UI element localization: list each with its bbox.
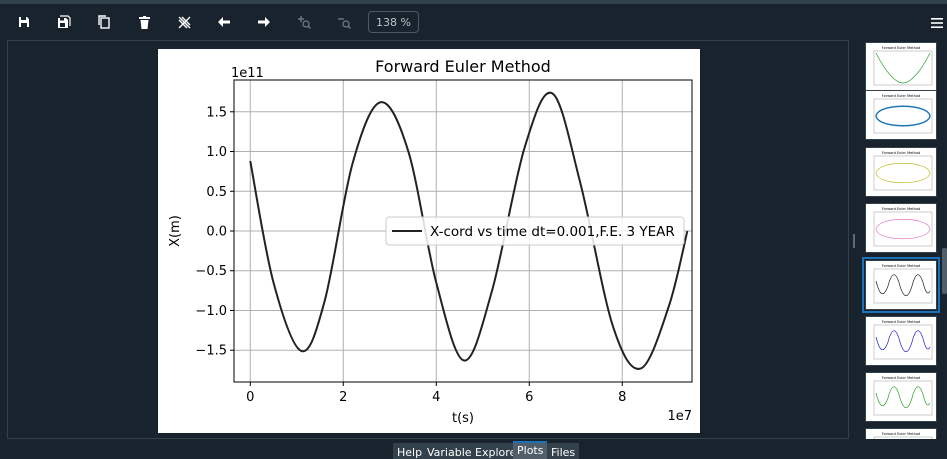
thumbnail-axes — [873, 324, 933, 360]
options-menu-icon[interactable] — [931, 14, 943, 30]
thumbnail-title: Forward Euler Method — [882, 151, 920, 155]
panel-splitter[interactable] — [849, 40, 861, 439]
chart-title: Forward Euler Method — [375, 57, 551, 76]
plot-thumbnail[interactable]: Forward Euler Method — [865, 316, 937, 366]
y-axis-label: X(m) — [168, 215, 183, 247]
tab-plots[interactable]: Plots — [513, 441, 548, 459]
pane-tabs: Help Variable Explorer Plots Files — [0, 439, 947, 459]
thumbnails-scrollbar-handle[interactable] — [942, 248, 947, 294]
thumbnail-axes — [873, 211, 933, 247]
zoom-out-icon[interactable] — [334, 12, 354, 32]
x-tick-label: 0 — [246, 390, 254, 405]
thumbnail-curve — [875, 386, 931, 409]
plots-toolbar: 138 % — [0, 4, 947, 40]
thumbnail-preview: Forward Euler Method — [873, 432, 933, 439]
zoom-level-field[interactable]: 138 % — [368, 11, 419, 33]
plot-thumbnail[interactable]: Forward Euler Method — [865, 428, 937, 439]
plot-figure: 0 2 4 6 8 −1.5 −1.0 −0.5 0.0 0.5 1.0 1.5 Forward Eu… — [158, 49, 700, 433]
thumbnail-curve — [875, 52, 931, 84]
splitter-grip[interactable] — [853, 234, 855, 248]
thumbnails-scrollbar[interactable] — [941, 40, 947, 439]
thumbnail-preview: Forward Euler Method — [873, 46, 933, 86]
x-offset-label: 1e7 — [667, 409, 692, 424]
y-tick-label: 1.5 — [206, 105, 227, 120]
thumbnail-preview: Forward Euler Method — [873, 376, 933, 416]
plot-thumbnail[interactable]: Forward Euler Method — [865, 90, 937, 140]
y-offset-label: 1e11 — [231, 66, 264, 81]
zoom-in-icon[interactable] — [294, 12, 314, 32]
save-all-icon[interactable] — [54, 12, 74, 32]
thumbnail-title: Forward Euler Method — [882, 432, 920, 436]
x-tick-label: 6 — [525, 390, 533, 405]
plot-thumbnail[interactable]: Forward Euler Method — [865, 372, 937, 422]
close-all-icon[interactable] — [174, 12, 194, 32]
x-tick-label: 2 — [339, 390, 347, 405]
thumbnail-axes — [873, 268, 933, 304]
forward-euler-chart: 0 2 4 6 8 −1.5 −1.0 −0.5 0.0 0.5 1.0 1.5 Forward Eu… — [168, 57, 693, 426]
thumbnail-preview: Forward Euler Method — [873, 94, 933, 134]
thumbnail-preview: Forward Euler Method — [873, 151, 933, 191]
thumbnail-axes — [873, 155, 933, 191]
thumbnail-curve — [875, 274, 931, 297]
arrow-left-icon[interactable] — [214, 12, 234, 32]
thumbnail-axes — [873, 380, 933, 416]
plot-thumbnail[interactable]: Forward Euler Method — [865, 42, 937, 92]
thumbnail-title: Forward Euler Method — [882, 264, 920, 268]
x-tick-label: 8 — [618, 390, 626, 405]
thumbnail-curve — [875, 219, 931, 239]
thumbnail-axes — [873, 98, 933, 134]
y-tick-label: −1.5 — [195, 344, 227, 359]
x-axis-label: t(s) — [452, 411, 474, 426]
plot-thumbnail[interactable]: Forward Euler Method — [865, 203, 937, 253]
legend-entry-label: X-cord vs time dt=0.001,F.E. 3 YEAR — [430, 224, 675, 240]
plot-viewer[interactable]: 0 2 4 6 8 −1.5 −1.0 −0.5 0.0 0.5 1.0 1.5 Forward Eu… — [7, 40, 849, 439]
arrow-right-icon[interactable] — [254, 12, 274, 32]
tab-help[interactable]: Help — [393, 443, 427, 459]
tab-variable-explorer[interactable]: Variable Explorer — [423, 443, 525, 459]
thumbnail-title: Forward Euler Method — [882, 207, 920, 211]
thumbnail-curve — [875, 163, 931, 183]
thumbnail-title: Forward Euler Method — [882, 320, 920, 324]
thumbnail-title: Forward Euler Method — [882, 46, 920, 50]
y-tick-label: 1.0 — [206, 145, 227, 160]
save-icon[interactable] — [14, 12, 34, 32]
copy-icon[interactable] — [94, 12, 114, 32]
trash-icon[interactable] — [134, 12, 154, 32]
thumbnail-preview: Forward Euler Method — [873, 207, 933, 247]
thumbnail-axes — [873, 50, 933, 86]
thumbnail-preview: Forward Euler Method — [873, 320, 933, 360]
thumbnail-preview: Forward Euler Method — [873, 264, 933, 304]
tab-files[interactable]: Files — [547, 443, 580, 459]
legend: X-cord vs time dt=0.001,F.E. 3 YEAR — [385, 216, 685, 246]
thumbnail-curve — [875, 105, 931, 127]
y-tick-label: −0.5 — [195, 264, 227, 279]
x-tick-label: 4 — [432, 390, 440, 405]
thumbnail-title: Forward Euler Method — [882, 94, 920, 98]
y-tick-label: 0.0 — [206, 225, 227, 240]
plot-thumbnail[interactable]: Forward Euler Method — [862, 257, 940, 313]
plot-thumbnails-panel: Forward Euler Method Forward Euler Method… — [861, 40, 947, 439]
thumbnail-curve — [875, 330, 931, 353]
y-tick-label: −1.0 — [195, 304, 227, 319]
y-tick-label: 0.5 — [206, 185, 227, 200]
plot-thumbnail[interactable]: Forward Euler Method — [865, 147, 937, 197]
thumbnail-title: Forward Euler Method — [882, 376, 920, 380]
